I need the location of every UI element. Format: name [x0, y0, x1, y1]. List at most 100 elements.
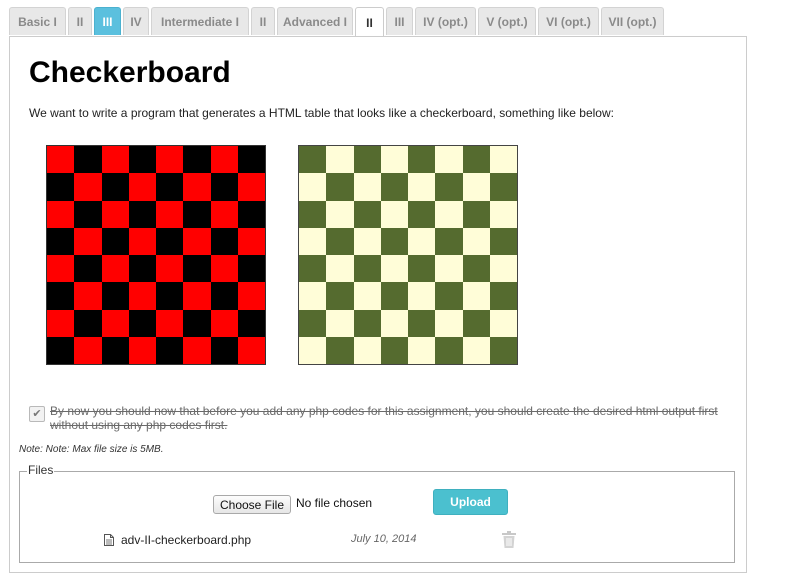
red-board-cell — [156, 146, 184, 174]
red-board-cell — [156, 200, 184, 228]
red-board-cell — [237, 255, 265, 283]
red-board-cell — [210, 255, 238, 283]
red-board-cell — [74, 309, 102, 337]
green-board-cell — [462, 200, 490, 228]
task-text: By now you should now that before you ad… — [50, 404, 718, 432]
green-board-cell — [353, 200, 381, 228]
tab-6[interactable]: Advanced I — [277, 7, 353, 35]
green-board-cell — [408, 227, 436, 255]
green-board-cell — [489, 309, 517, 337]
page-title: Checkerboard — [29, 56, 231, 89]
green-board-cell — [489, 282, 517, 310]
red-board-cell — [74, 336, 102, 364]
red-board-cell — [237, 200, 265, 228]
green-board-cell — [299, 309, 327, 337]
red-board-cell — [156, 255, 184, 283]
red-board-cell — [210, 173, 238, 201]
document-icon — [104, 534, 114, 546]
green-board-cell — [299, 227, 327, 255]
green-checkerboard — [298, 145, 518, 365]
file-list-item: adv-II-checkerboard.php July 10, 2014 — [104, 532, 524, 550]
red-board-cell — [47, 336, 75, 364]
red-board-cell — [156, 173, 184, 201]
green-board-cell — [462, 227, 490, 255]
file-name-link[interactable]: adv-II-checkerboard.php — [121, 533, 251, 547]
green-board-cell — [435, 255, 463, 283]
green-board-cell — [380, 255, 408, 283]
red-board-cell — [210, 336, 238, 364]
red-board-cell — [183, 146, 211, 174]
red-board-cell — [101, 200, 129, 228]
red-board-cell — [47, 200, 75, 228]
green-board-cell — [435, 146, 463, 174]
assignment-tabs: Basic I II III IV Intermediate I II Advanced I… — [0, 0, 789, 37]
tab-7[interactable]: II — [355, 7, 384, 37]
red-board-cell — [101, 255, 129, 283]
green-board-cell — [353, 146, 381, 174]
green-board-cell — [326, 309, 354, 337]
green-board-cell — [408, 282, 436, 310]
red-board-cell — [47, 173, 75, 201]
green-board-cell — [380, 309, 408, 337]
red-board-cell — [128, 309, 156, 337]
tab-2[interactable]: III — [94, 7, 121, 35]
red-board-cell — [101, 282, 129, 310]
green-board-cell — [299, 200, 327, 228]
red-board-cell — [47, 255, 75, 283]
green-board-cell — [326, 173, 354, 201]
tab-10[interactable]: V (opt.) — [478, 7, 536, 35]
green-board-cell — [462, 173, 490, 201]
tab-11[interactable]: VI (opt.) — [538, 7, 599, 35]
tab-12[interactable]: VII (opt.) — [601, 7, 664, 35]
red-board-cell — [101, 309, 129, 337]
task-checkbox[interactable]: ✔ — [29, 406, 45, 422]
green-board-cell — [299, 173, 327, 201]
red-board-cell — [183, 200, 211, 228]
tab-4[interactable]: Intermediate I — [151, 7, 249, 35]
green-board-cell — [489, 255, 517, 283]
green-board-cell — [408, 146, 436, 174]
red-board-cell — [210, 227, 238, 255]
trash-icon[interactable] — [501, 531, 517, 549]
red-board-cell — [237, 282, 265, 310]
green-board-cell — [489, 173, 517, 201]
red-board-cell — [101, 227, 129, 255]
red-board-cell — [183, 336, 211, 364]
tab-3[interactable]: IV — [123, 7, 149, 35]
green-board-cell — [353, 255, 381, 283]
tab-0[interactable]: Basic I — [9, 7, 66, 35]
green-board-cell — [408, 255, 436, 283]
red-board-cell — [128, 255, 156, 283]
choose-file-button[interactable]: Choose File — [213, 495, 291, 514]
green-board-cell — [326, 146, 354, 174]
files-legend: Files — [27, 463, 55, 477]
green-board-cell — [462, 282, 490, 310]
tab-1[interactable]: II — [68, 7, 92, 35]
red-board-cell — [47, 146, 75, 174]
red-board-cell — [156, 227, 184, 255]
green-board-cell — [380, 282, 408, 310]
green-board-cell — [326, 282, 354, 310]
red-board-cell — [47, 227, 75, 255]
tab-5[interactable]: II — [251, 7, 275, 35]
green-board-cell — [462, 309, 490, 337]
green-board-cell — [489, 336, 517, 364]
green-board-cell — [408, 173, 436, 201]
red-board-cell — [237, 173, 265, 201]
red-board-cell — [128, 146, 156, 174]
upload-button[interactable]: Upload — [433, 489, 508, 515]
red-board-cell — [74, 227, 102, 255]
red-board-cell — [128, 200, 156, 228]
tab-9[interactable]: IV (opt.) — [415, 7, 476, 35]
red-board-cell — [183, 173, 211, 201]
green-board-cell — [353, 336, 381, 364]
green-board-cell — [408, 309, 436, 337]
red-board-cell — [183, 227, 211, 255]
green-board-cell — [380, 200, 408, 228]
red-board-cell — [210, 146, 238, 174]
file-date: July 10, 2014 — [351, 533, 417, 545]
red-board-cell — [74, 173, 102, 201]
tab-8[interactable]: III — [386, 7, 413, 35]
green-board-cell — [380, 336, 408, 364]
red-board-cell — [156, 309, 184, 337]
